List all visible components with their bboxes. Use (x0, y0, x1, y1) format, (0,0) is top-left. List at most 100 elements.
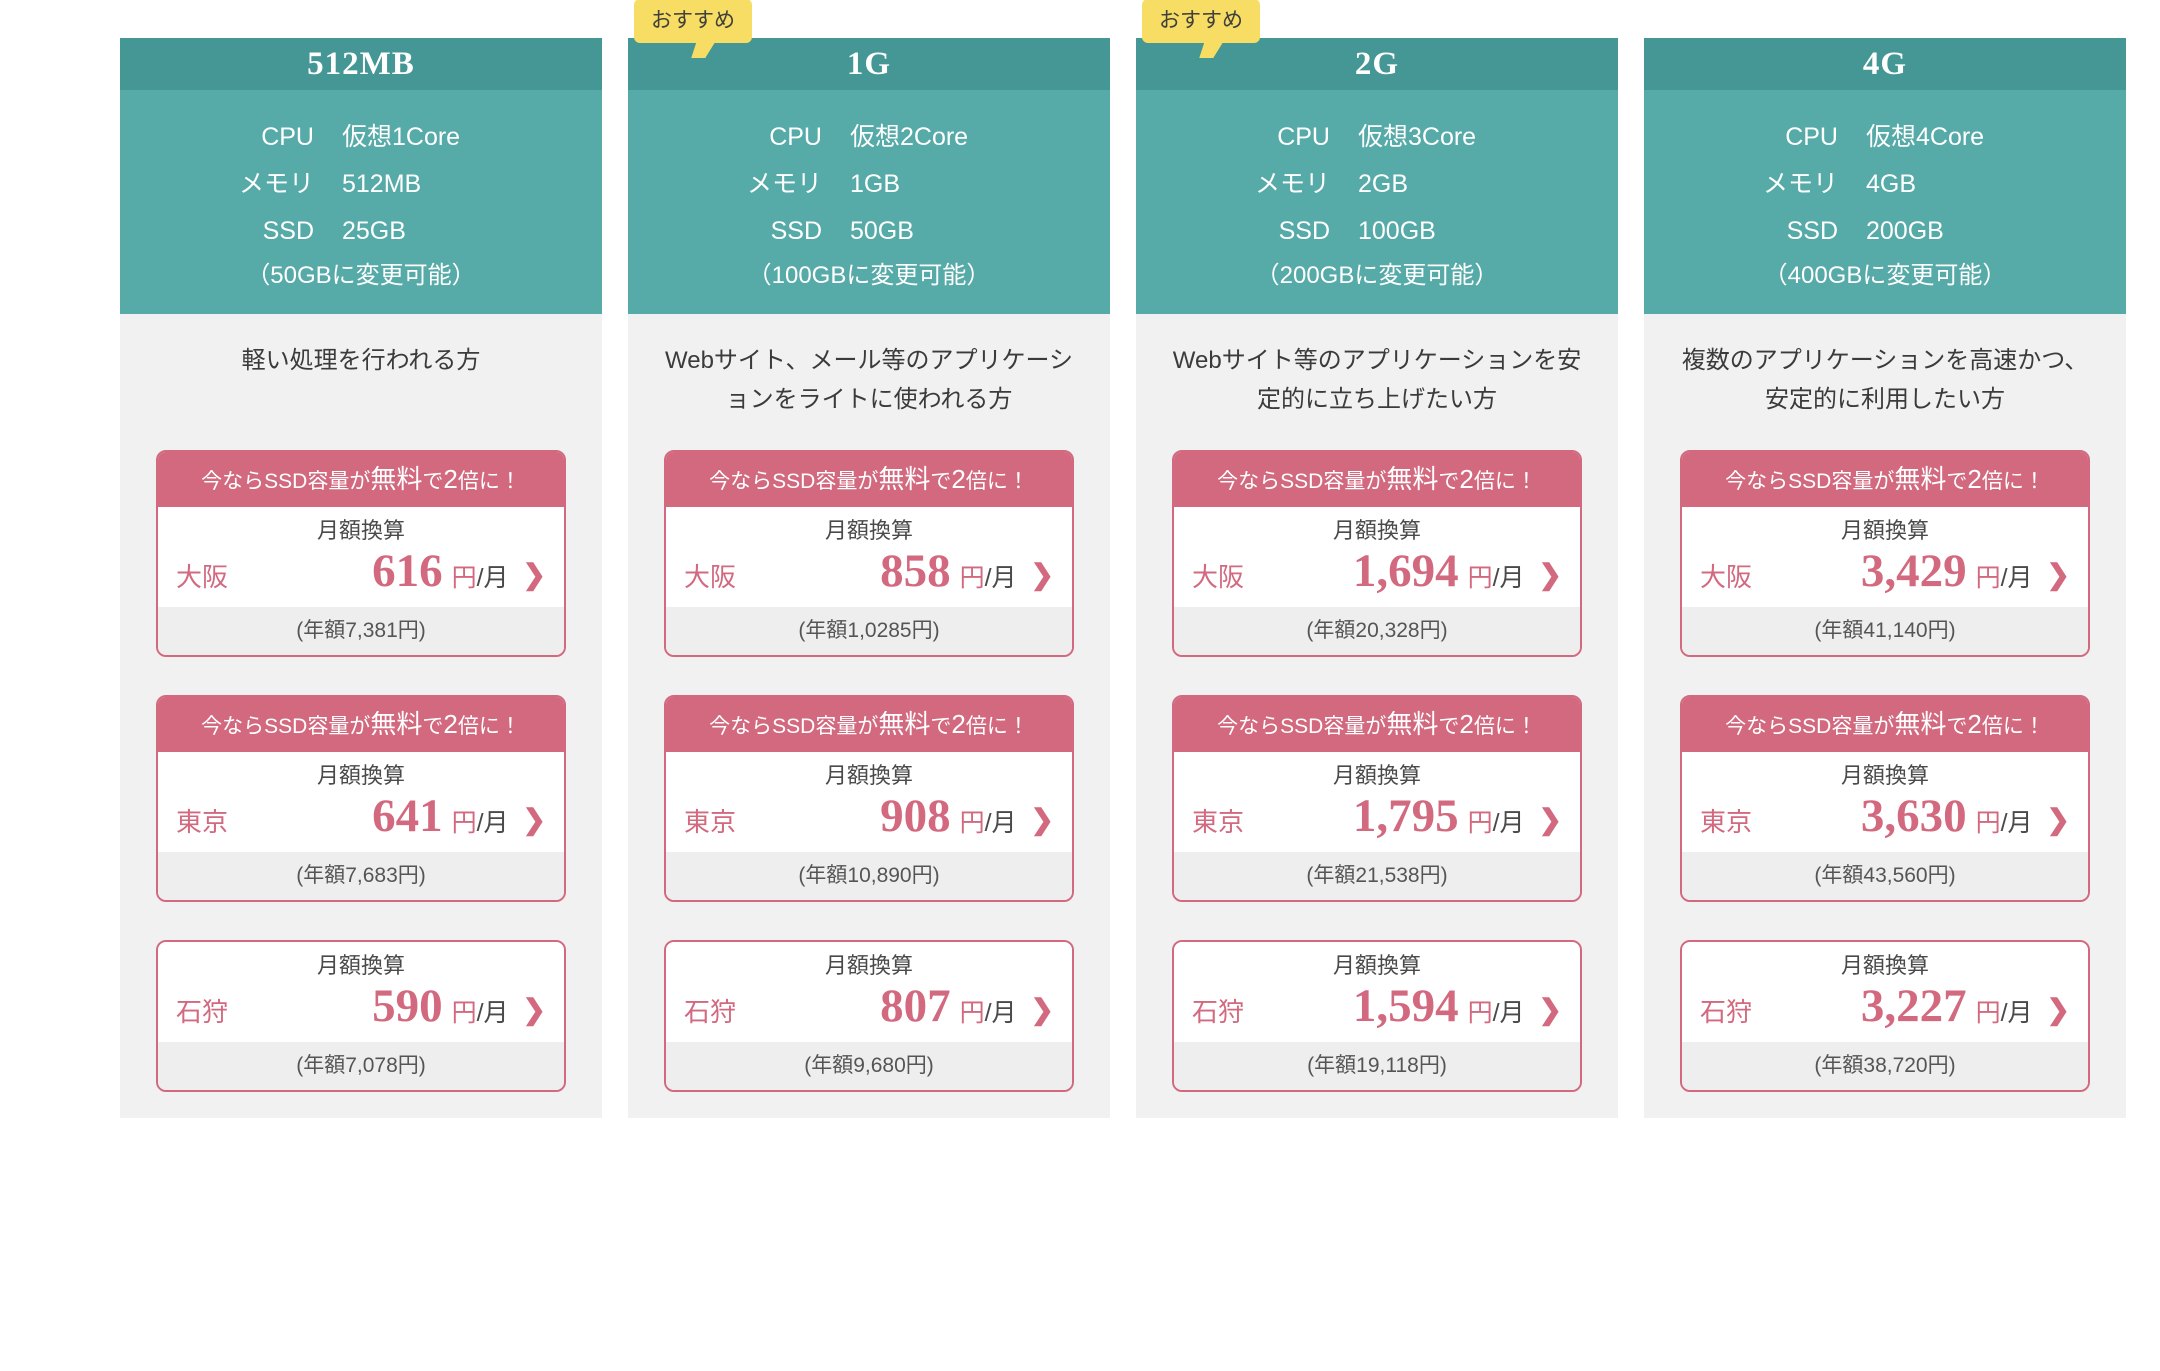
price-amount: 1,795 (1352, 790, 1459, 842)
price-amount: 908 (880, 790, 951, 842)
price-amount-wrap: 3,227 円/月 (1776, 983, 2033, 1030)
chevron-right-icon[interactable]: ❯ (509, 996, 546, 1024)
price-row: 大阪 616 円/月 ❯ (158, 548, 564, 595)
campaign-text-post: 倍に！ (965, 470, 1029, 493)
chevron-right-icon[interactable]: ❯ (509, 806, 546, 834)
spec-value-cpu: 仮想4Core (1866, 123, 1985, 151)
price-card[interactable]: 今ならSSD容量が無料で2倍に！ 月額換算 東京 3,630 円/月 ❯ (年額43,560… (1680, 695, 2090, 902)
price-amount-wrap: 3,630 円/月 (1776, 793, 2033, 840)
price-amount: 3,227 (1860, 980, 1967, 1032)
plan-spec-box: CPU 仮想3Core メモリ 2GB SSD 100GB （200GBに変更可能） (1136, 90, 1618, 314)
spec-row-ssd: SSD 50GB (628, 208, 1110, 255)
campaign-text-pre: 今ならSSD容量が (709, 715, 879, 738)
annual-price: (年額10,890円) (666, 852, 1072, 900)
price-card[interactable]: 今ならSSD容量が無料で2倍に！ 月額換算 東京 641 円/月 ❯ (年額7,683円) (156, 695, 566, 902)
monthly-label: 月額換算 (316, 763, 405, 788)
campaign-banner: 今ならSSD容量が無料で2倍に！ (1682, 697, 2088, 752)
plan-comparison-grid: 512MB CPU 仮想1Core メモリ 512MB SSD 25GB （50GBに変更可能… (120, 0, 2126, 1118)
annual-price: (年額19,118円) (1174, 1042, 1580, 1090)
currency-unit: 円 (1467, 564, 1493, 592)
region-label: 石狩 (1192, 997, 1245, 1027)
currency-unit: 円 (1975, 999, 2001, 1027)
chevron-right-icon[interactable]: ❯ (2033, 561, 2070, 589)
spec-row-ssd: SSD 25GB (120, 208, 602, 255)
price-amount: 1,694 (1352, 545, 1459, 597)
price-card[interactable]: 今ならSSD容量が無料で2倍に！ 月額換算 大阪 3,429 円/月 ❯ (年額41,140… (1680, 450, 2090, 657)
chevron-right-icon[interactable]: ❯ (1525, 561, 1562, 589)
campaign-text-pre: 今ならSSD容量が (1217, 470, 1387, 493)
per-month-unit: /月 (476, 999, 509, 1027)
spec-value-memory: 1GB (850, 170, 901, 198)
price-amount: 590 (372, 980, 443, 1032)
region-label: 大阪 (1192, 562, 1245, 592)
per-month-unit: /月 (1492, 809, 1525, 837)
spec-value-ssd: 200GB (1866, 217, 1944, 245)
campaign-text-free: 無料 (1894, 709, 1947, 739)
price-card[interactable]: 今ならSSD容量が無料で2倍に！ 月額換算 東京 1,795 円/月 ❯ (年額21,538… (1172, 695, 1582, 902)
campaign-text-mid: で (1438, 715, 1460, 738)
price-card[interactable]: 今ならSSD容量が無料で2倍に！ 月額換算 大阪 858 円/月 ❯ (年額1,0285円) (664, 450, 1074, 657)
price-amount-wrap: 1,795 円/月 (1268, 793, 1525, 840)
price-card[interactable]: 月額換算 石狩 807 円/月 ❯ (年額9,680円) (664, 940, 1074, 1092)
price-card[interactable]: 月額換算 石狩 590 円/月 ❯ (年額7,078円) (156, 940, 566, 1092)
campaign-text-multiplier: 2 (1459, 709, 1474, 739)
campaign-text-mid: で (1946, 470, 1968, 493)
price-list: 今ならSSD容量が無料で2倍に！ 月額換算 大阪 1,694 円/月 ❯ (年額20,328… (1136, 450, 1618, 1092)
annual-price: (年額43,560円) (1682, 852, 2088, 900)
chevron-right-icon[interactable]: ❯ (2033, 806, 2070, 834)
campaign-text-post: 倍に！ (457, 470, 521, 493)
price-row: 東京 641 円/月 ❯ (158, 793, 564, 840)
campaign-text-pre: 今ならSSD容量が (201, 715, 371, 738)
spec-row-memory: メモリ 512MB (120, 161, 602, 208)
price-card[interactable]: 今ならSSD容量が無料で2倍に！ 月額換算 大阪 616 円/月 ❯ (年額7,381円) (156, 450, 566, 657)
chevron-right-icon[interactable]: ❯ (1017, 561, 1054, 589)
campaign-banner: 今ならSSD容量が無料で2倍に！ (1174, 452, 1580, 507)
per-month-unit: /月 (984, 999, 1017, 1027)
price-row: 石狩 807 円/月 ❯ (666, 983, 1072, 1030)
campaign-text-free: 無料 (878, 464, 931, 494)
price-card[interactable]: 今ならSSD容量が無料で2倍に！ 月額換算 東京 908 円/月 ❯ (年額10,890円) (664, 695, 1074, 902)
campaign-banner: 今ならSSD容量が無料で2倍に！ (666, 452, 1072, 507)
price-card[interactable]: 月額換算 石狩 3,227 円/月 ❯ (年額38,720円) (1680, 940, 2090, 1092)
chevron-right-icon[interactable]: ❯ (1525, 996, 1562, 1024)
campaign-text-free: 無料 (1386, 464, 1439, 494)
chevron-right-icon[interactable]: ❯ (1017, 806, 1054, 834)
plan-column-512mb: 512MB CPU 仮想1Core メモリ 512MB SSD 25GB （50GBに変更可能… (120, 38, 602, 1118)
price-body: 月額換算 大阪 3,429 円/月 ❯ (1682, 507, 2088, 607)
currency-unit: 円 (959, 999, 985, 1027)
price-body: 月額換算 石狩 3,227 円/月 ❯ (1682, 942, 2088, 1042)
price-body: 月額換算 東京 1,795 円/月 ❯ (1174, 752, 1580, 852)
chevron-right-icon[interactable]: ❯ (2033, 996, 2070, 1024)
chevron-right-icon[interactable]: ❯ (1525, 806, 1562, 834)
campaign-text-mid: で (1438, 470, 1460, 493)
plan-column-2g: おすすめ 2G CPU 仮想3Core メモリ 2GB SSD 100GB （200GBに変更可… (1136, 0, 1618, 1118)
campaign-text-multiplier: 2 (1967, 709, 1982, 739)
monthly-label: 月額換算 (1332, 953, 1421, 978)
spec-value-cpu: 仮想3Core (1358, 123, 1477, 151)
price-card[interactable]: 今ならSSD容量が無料で2倍に！ 月額換算 大阪 1,694 円/月 ❯ (年額20,328… (1172, 450, 1582, 657)
plan-spec-box: CPU 仮想4Core メモリ 4GB SSD 200GB （400GBに変更可能） (1644, 90, 2126, 314)
spec-label-ssd: SSD (1278, 217, 1330, 245)
spec-label-memory: メモリ (1762, 170, 1838, 198)
price-row: 東京 908 円/月 ❯ (666, 793, 1072, 840)
chevron-right-icon[interactable]: ❯ (1017, 996, 1054, 1024)
chevron-right-icon[interactable]: ❯ (509, 561, 546, 589)
currency-unit: 円 (451, 999, 477, 1027)
campaign-text-free: 無料 (878, 709, 931, 739)
region-label: 石狩 (684, 997, 737, 1027)
price-amount: 858 (880, 545, 951, 597)
region-label: 東京 (1192, 807, 1245, 837)
monthly-label: 月額換算 (1840, 518, 1929, 543)
price-card[interactable]: 月額換算 石狩 1,594 円/月 ❯ (年額19,118円) (1172, 940, 1582, 1092)
plan-title: 4G (1644, 38, 2126, 90)
recommend-badge: おすすめ (634, 0, 752, 43)
currency-unit: 円 (1975, 809, 2001, 837)
region-label: 東京 (176, 807, 229, 837)
price-row: 大阪 858 円/月 ❯ (666, 548, 1072, 595)
spec-value-memory: 2GB (1358, 170, 1409, 198)
spec-row-cpu: CPU 仮想2Core (628, 114, 1110, 161)
plan-title: 512MB (120, 38, 602, 90)
spec-value-cpu: 仮想2Core (850, 123, 969, 151)
currency-unit: 円 (959, 564, 985, 592)
per-month-unit: /月 (2000, 809, 2033, 837)
